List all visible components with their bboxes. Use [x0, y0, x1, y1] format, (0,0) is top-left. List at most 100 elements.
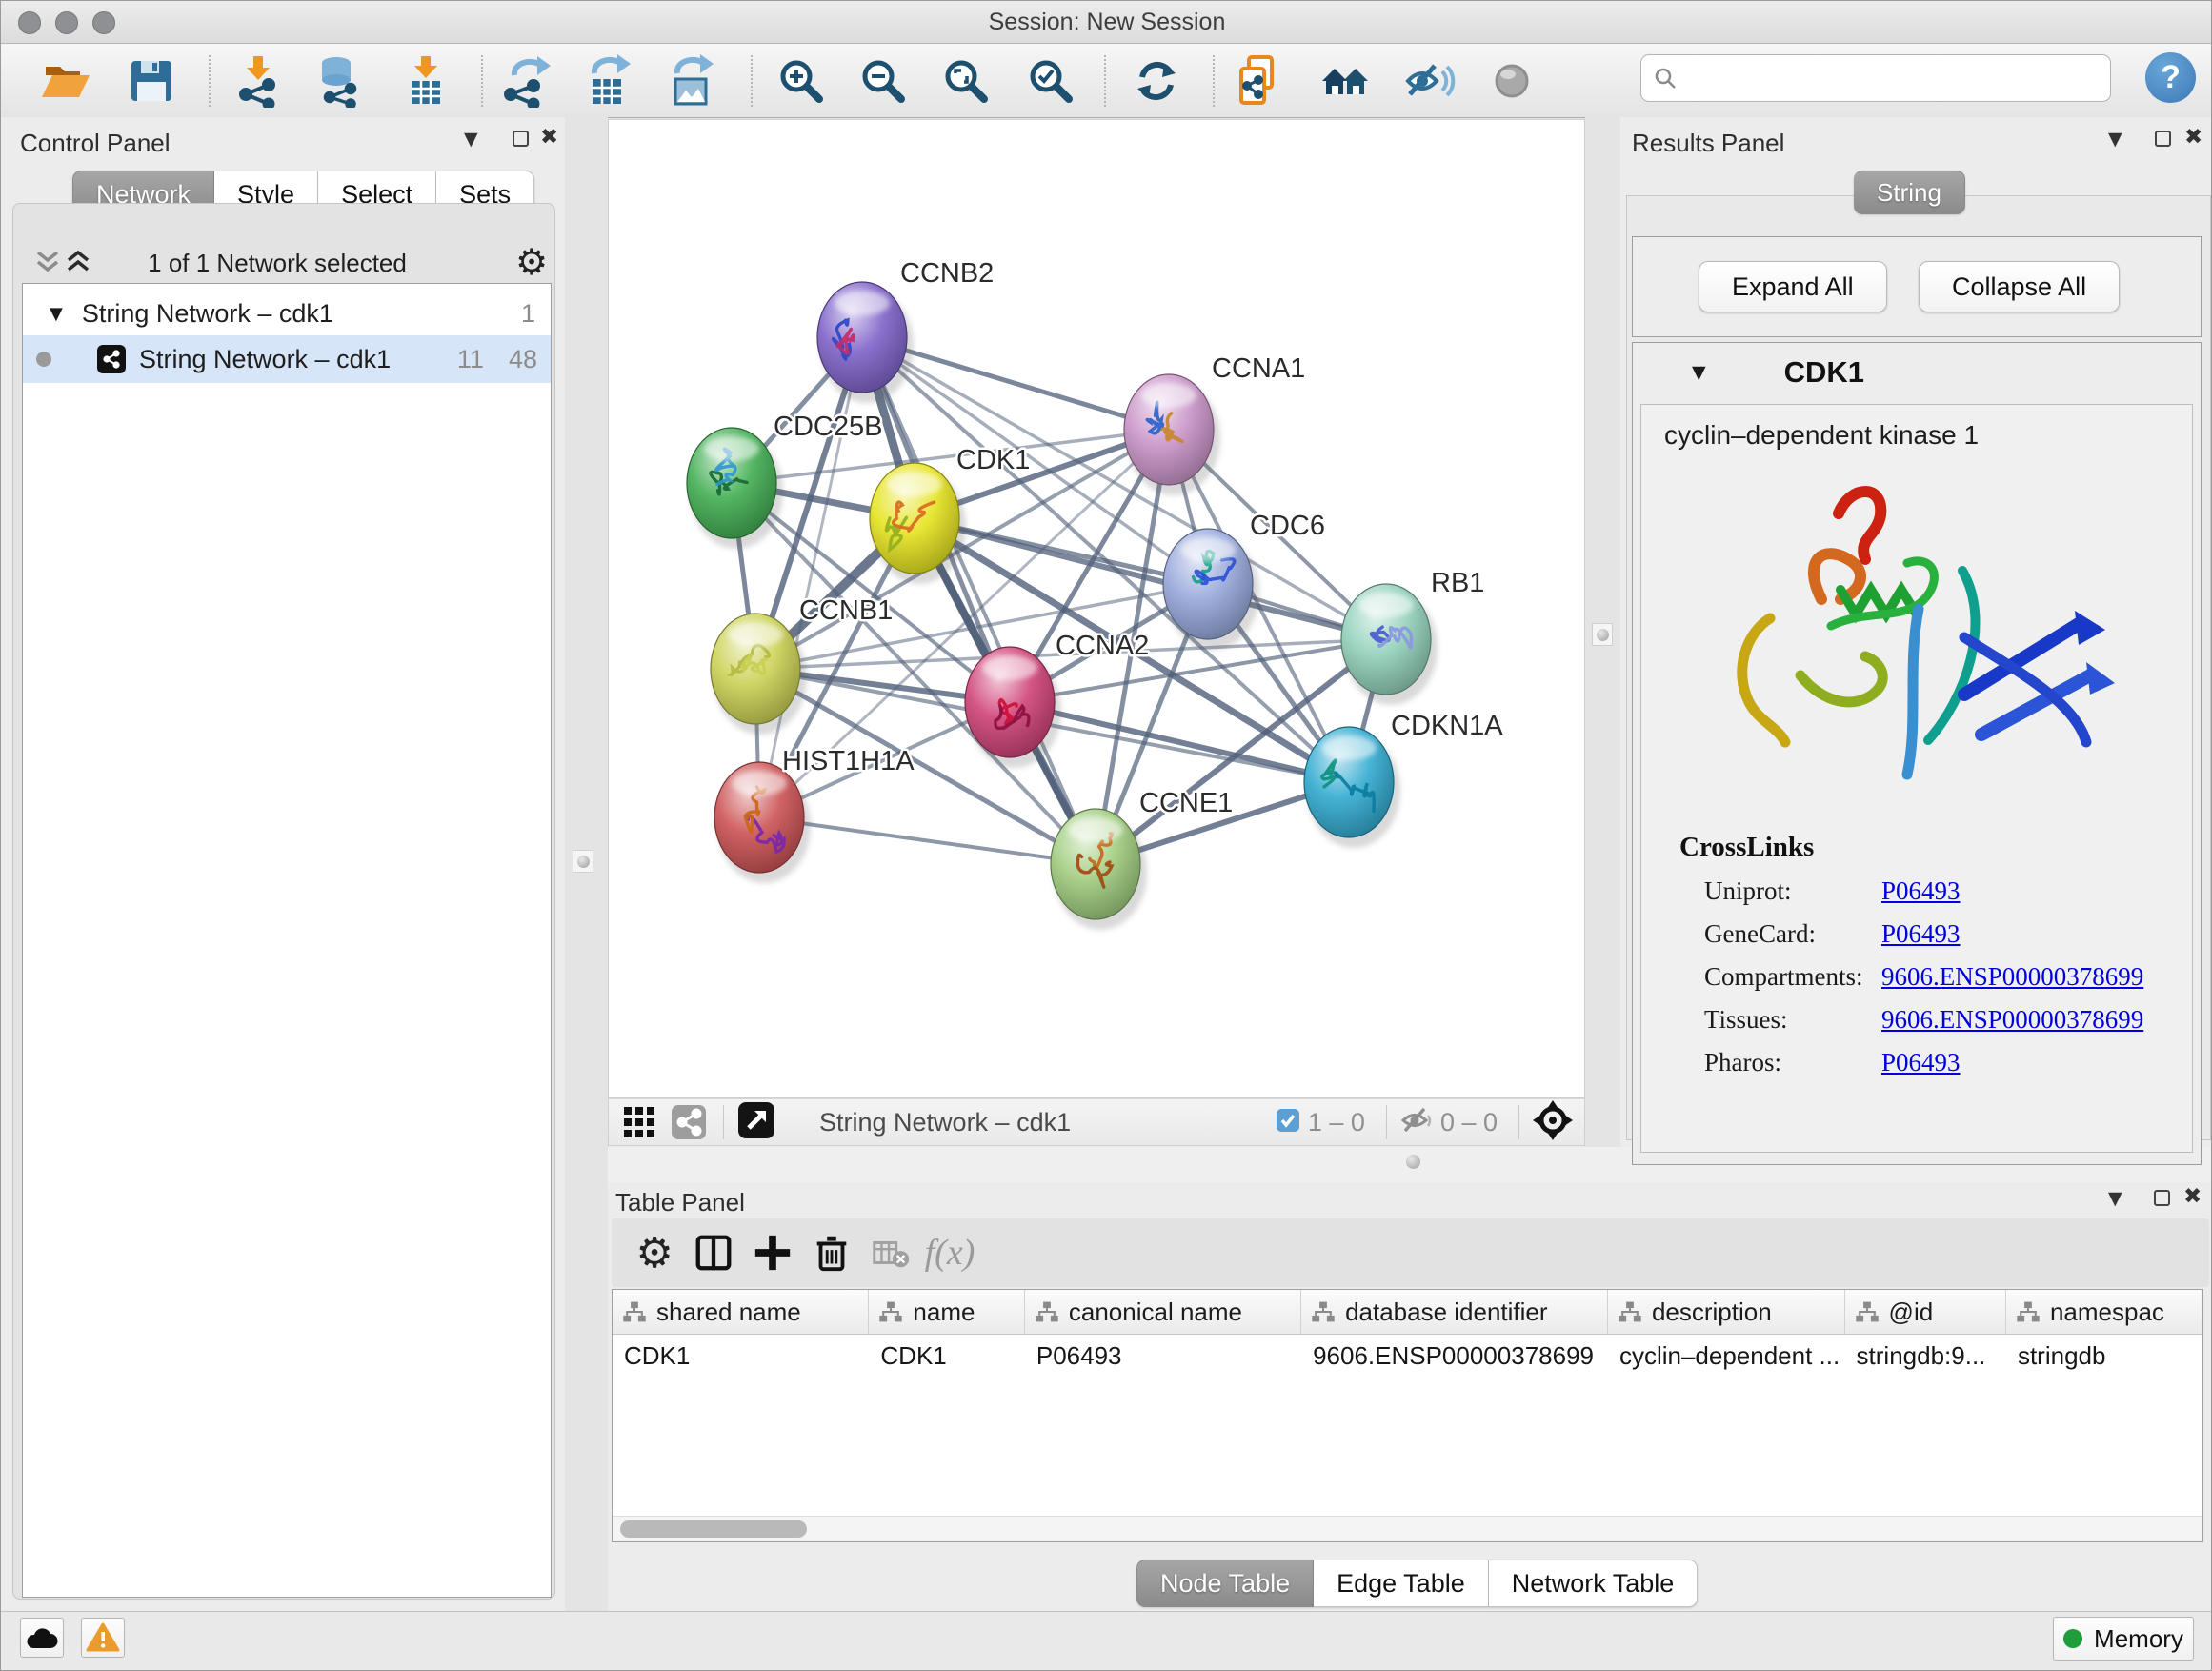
network-view-canvas[interactable]: CCNB2CCNA1CDC25BCDK1CDC6RB1CCNB1CCNA2CDK… — [608, 119, 1585, 1098]
network-options-gear-icon[interactable]: ⚙ — [515, 241, 548, 283]
network-node-CCNA2[interactable] — [965, 647, 1061, 768]
network-node-CCNB2[interactable] — [817, 282, 914, 403]
network-node-CCNE1[interactable] — [1051, 809, 1147, 930]
save-session-button[interactable] — [124, 53, 179, 109]
network-node-CDC25B[interactable] — [687, 428, 783, 549]
network-node-CDK1[interactable] — [870, 463, 966, 584]
expand-all-tree-button[interactable] — [64, 247, 92, 284]
crosslink-value[interactable]: 9606.ENSP00000378699 — [1881, 962, 2143, 992]
export-network-button[interactable] — [498, 53, 553, 109]
help-button[interactable]: ? — [2145, 52, 2196, 103]
scrollbar-thumb[interactable] — [620, 1520, 807, 1538]
home-networks-button[interactable] — [1317, 53, 1373, 109]
column-header-namespac[interactable]: namespac — [2006, 1290, 2202, 1334]
search-field[interactable] — [1640, 54, 2111, 102]
network-row-selected[interactable]: String Network – cdk1 11 48 — [23, 335, 551, 383]
table-cell: stringdb:9... — [1845, 1341, 2006, 1371]
collapse-all-tree-button[interactable] — [33, 247, 62, 284]
zoom-in-button[interactable] — [774, 53, 829, 109]
column-header-database-identifier[interactable]: database identifier — [1301, 1290, 1608, 1334]
crosslink-value[interactable]: 9606.ENSP00000378699 — [1881, 1005, 2143, 1035]
column-header-description[interactable]: description — [1608, 1290, 1845, 1334]
delete-table-icon[interactable] — [861, 1230, 920, 1276]
status-bar: Memory — [1, 1611, 2212, 1671]
panel-float-icon[interactable] — [2155, 131, 2171, 147]
tab-network-table[interactable]: Network Table — [1489, 1560, 1699, 1607]
edge-CCNB2-CCNE1[interactable] — [862, 337, 1096, 864]
toolbar-separator — [751, 55, 753, 107]
memory-button[interactable]: Memory — [2053, 1617, 2194, 1661]
refresh-button[interactable] — [1129, 53, 1184, 109]
cdk1-section-header[interactable]: ▼ CDK1 — [1633, 343, 2201, 402]
network-share-button[interactable] — [668, 1104, 710, 1140]
warnings-button[interactable] — [81, 1618, 125, 1658]
collapse-triangle-icon[interactable]: ▼ — [50, 304, 63, 324]
cytoscape-window: Session: New Session — [0, 0, 2212, 1671]
birds-eye-grid-button[interactable] — [618, 1105, 660, 1139]
open-session-button[interactable] — [38, 53, 93, 109]
network-node-HIST1H1A[interactable] — [714, 762, 811, 883]
panel-dropdown-icon[interactable]: ▼ — [464, 129, 478, 150]
column-header-@id[interactable]: @id — [1845, 1290, 2006, 1334]
export-image-button[interactable] — [663, 53, 718, 109]
tab-node-table[interactable]: Node Table — [1136, 1560, 1314, 1607]
network-graph[interactable]: CCNB2CCNA1CDC25BCDK1CDC6RB1CCNB1CCNA2CDK… — [609, 120, 1584, 1097]
hide-selected-button[interactable] — [1401, 53, 1457, 109]
toolbar-separator — [481, 55, 483, 107]
crosslink-value[interactable]: P06493 — [1881, 919, 1961, 949]
import-network-database-button[interactable] — [312, 53, 367, 109]
search-input[interactable] — [1685, 63, 2110, 94]
preview-eye-button[interactable] — [1484, 53, 1539, 109]
horizontal-scrollbar[interactable] — [613, 1516, 2202, 1541]
right-splitter-handle[interactable] — [1592, 623, 1613, 646]
horizontal-splitter-handle[interactable] — [1406, 1155, 1420, 1169]
panel-dropdown-icon[interactable]: ▼ — [2108, 1188, 2122, 1209]
zoom-out-button[interactable] — [855, 53, 911, 109]
collapse-all-button[interactable]: Collapse All — [1919, 261, 2120, 312]
delete-column-trash-icon[interactable] — [802, 1230, 861, 1276]
column-header-canonical-name[interactable]: canonical name — [1025, 1290, 1301, 1334]
network-node-CDKN1A[interactable] — [1304, 727, 1400, 848]
panel-float-icon[interactable] — [513, 131, 529, 147]
hidden-eye-icon[interactable] — [1400, 1106, 1433, 1139]
table-tabs: Node TableEdge TableNetwork Table — [1136, 1560, 1698, 1607]
clone-network-button[interactable] — [1233, 53, 1288, 109]
panel-float-icon[interactable] — [2154, 1190, 2170, 1206]
panel-close-icon[interactable]: ✖ — [2184, 125, 2202, 150]
zoom-fit-button[interactable] — [938, 53, 994, 109]
tab-edge-table[interactable]: Edge Table — [1314, 1560, 1489, 1607]
fit-crosshair-icon[interactable] — [1533, 1100, 1573, 1145]
detach-view-button[interactable] — [737, 1101, 775, 1144]
tab-string[interactable]: String — [1854, 171, 1965, 214]
selected-checkbox-icon[interactable] — [1276, 1108, 1300, 1137]
import-network-file-button[interactable] — [231, 53, 287, 109]
left-splitter-handle[interactable] — [573, 850, 593, 873]
panel-dropdown-icon[interactable]: ▼ — [2108, 129, 2122, 150]
crosslinks-list: Uniprot:P06493GeneCard:P06493Compartment… — [1641, 876, 2192, 1077]
panel-close-icon[interactable]: ✖ — [2183, 1184, 2202, 1209]
panel-close-icon[interactable]: ✖ — [540, 125, 558, 150]
expand-all-button[interactable]: Expand All — [1699, 261, 1887, 312]
network-collection-row[interactable]: ▼ String Network – cdk1 1 — [23, 292, 551, 335]
zoom-selected-button[interactable] — [1023, 53, 1078, 109]
table-options-gear-icon[interactable]: ⚙ — [625, 1230, 684, 1276]
network-node-RB1[interactable] — [1341, 584, 1438, 705]
main-toolbar: ? — [1, 44, 2212, 118]
right-splitter[interactable] — [1585, 117, 1620, 1147]
add-column-icon[interactable] — [743, 1230, 802, 1276]
export-table-button[interactable] — [580, 53, 635, 109]
hidden-counts: 0 – 0 — [1440, 1108, 1498, 1137]
crosslink-value[interactable]: P06493 — [1881, 876, 1961, 906]
show-columns-icon[interactable] — [684, 1230, 743, 1276]
collapse-triangle-icon[interactable]: ▼ — [1692, 362, 1706, 383]
left-splitter[interactable] — [565, 117, 608, 1611]
network-node-CDC6[interactable] — [1163, 529, 1259, 650]
import-table-button[interactable] — [398, 53, 453, 109]
function-builder-icon[interactable]: f(x) — [920, 1230, 979, 1276]
cloud-button[interactable] — [20, 1618, 64, 1658]
table-row[interactable]: CDK1CDK1P064939606.ENSP00000378699cyclin… — [613, 1335, 2202, 1377]
cloud-icon — [26, 1625, 58, 1650]
column-header-shared-name[interactable]: shared name — [613, 1290, 869, 1334]
column-header-name[interactable]: name — [869, 1290, 1024, 1334]
crosslink-value[interactable]: P06493 — [1881, 1048, 1961, 1077]
